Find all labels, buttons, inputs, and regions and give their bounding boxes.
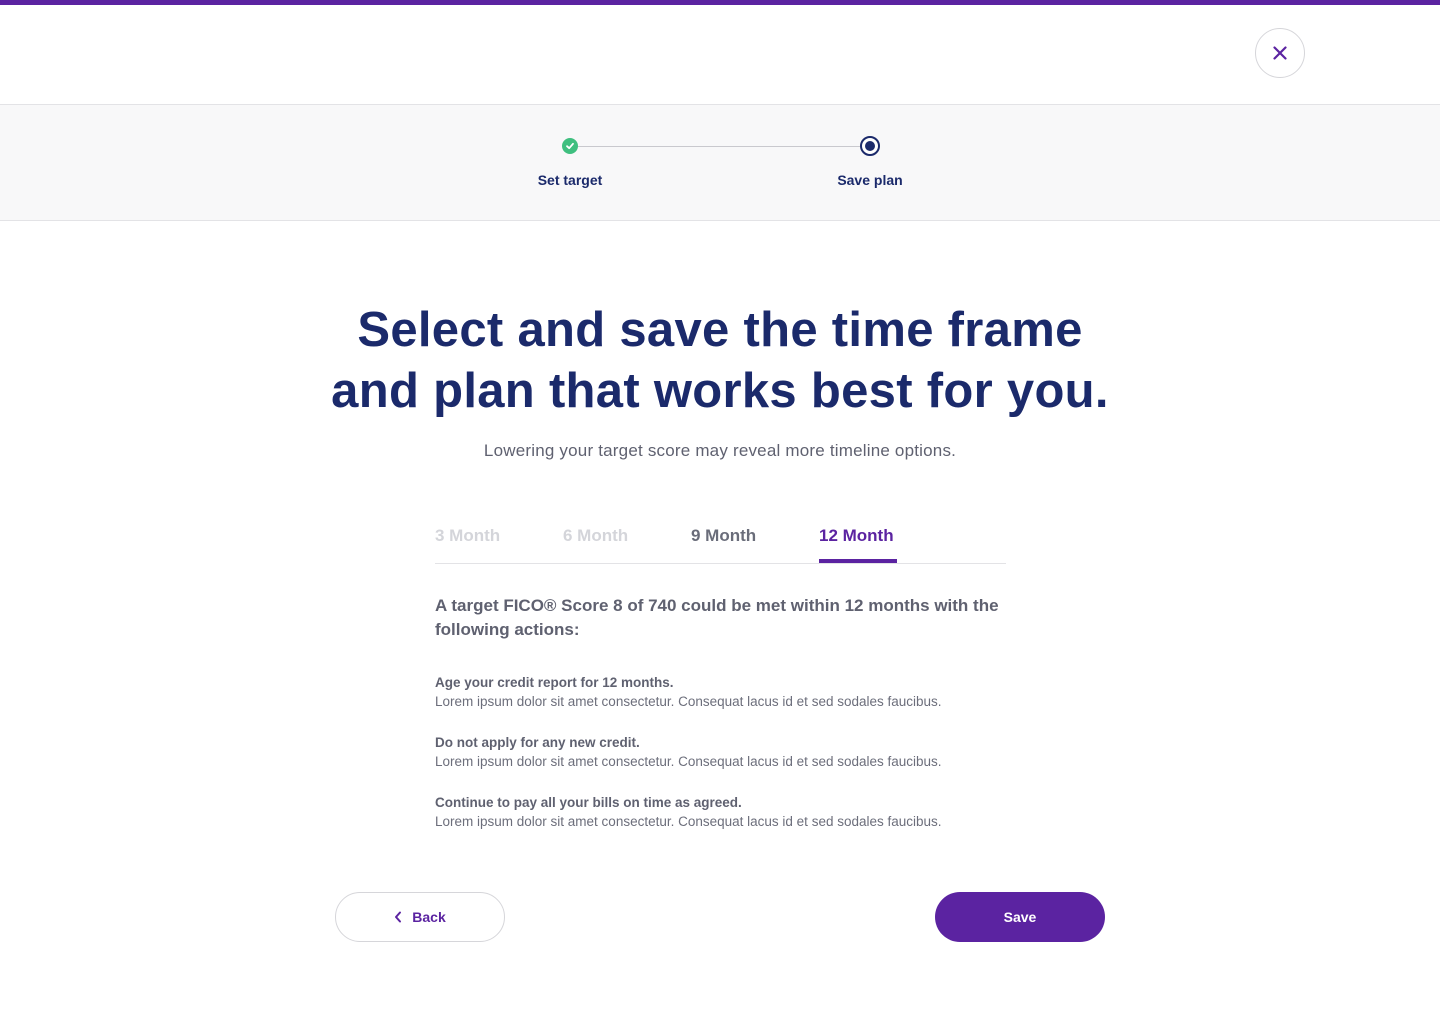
page-title: Select and save the time frame and plan … — [0, 300, 1440, 422]
close-button[interactable] — [1255, 28, 1305, 78]
tab-12-month[interactable]: 12 Month — [819, 526, 894, 546]
save-button[interactable]: Save — [935, 892, 1105, 942]
back-button-label: Back — [412, 909, 446, 925]
action-title: Continue to pay all your bills on time a… — [435, 795, 742, 810]
page-subtitle: Lowering your target score may reveal mo… — [483, 441, 957, 460]
chevron-left-icon — [395, 911, 402, 923]
stepper-connector — [578, 146, 860, 147]
radio-current-icon — [865, 141, 875, 151]
step-label-save-plan: Save plan — [837, 172, 903, 188]
action-item: Continue to pay all your bills on time a… — [435, 793, 1035, 831]
check-icon — [566, 142, 574, 150]
action-item: Age your credit report for 12 months. Lo… — [435, 673, 1035, 711]
step-label-set-target: Set target — [537, 172, 603, 188]
active-tab-indicator — [819, 559, 897, 563]
action-description: Lorem ipsum dolor sit amet consectetur. … — [435, 814, 942, 829]
page-title-line-1: Select and save the time frame — [357, 303, 1083, 357]
page-title-line-2: and plan that works best for you. — [331, 364, 1109, 418]
tab-9-month[interactable]: 9 Month — [691, 526, 756, 546]
action-title: Do not apply for any new credit. — [435, 735, 640, 750]
plan-intro-text: A target FICO® Score 8 of 740 could be m… — [435, 596, 999, 639]
progress-stepper: Set target Save plan — [0, 105, 1440, 221]
tab-3-month: 3 Month — [435, 526, 501, 545]
step-complete-indicator — [562, 138, 578, 154]
header — [0, 5, 1440, 105]
step-current-indicator — [860, 136, 880, 156]
back-button[interactable]: Back — [335, 892, 505, 942]
timeframe-tabs: 3 Month 6 Month 9 Month 12 Month — [435, 520, 1006, 564]
save-button-label: Save — [1003, 909, 1037, 925]
action-description: Lorem ipsum dolor sit amet consectetur. … — [435, 754, 942, 769]
action-title: Age your credit report for 12 months. — [435, 675, 674, 690]
tab-6-month: 6 Month — [563, 526, 629, 545]
action-item: Do not apply for any new credit. Lorem i… — [435, 733, 1035, 771]
close-icon — [1273, 46, 1287, 60]
action-description: Lorem ipsum dolor sit amet consectetur. … — [435, 694, 942, 709]
